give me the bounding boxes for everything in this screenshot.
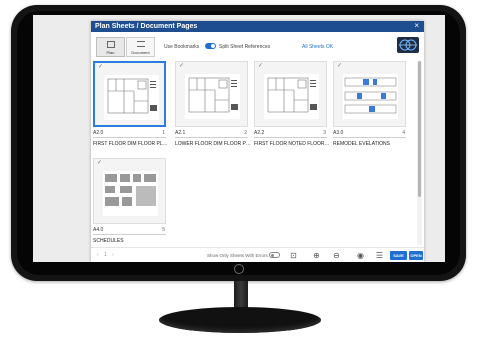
document-icon <box>137 41 145 47</box>
grid-scrollbar[interactable] <box>417 61 422 245</box>
brand-logo-icon <box>397 37 419 53</box>
sheet-title[interactable]: FIRST FLOOR NOTED FLOOR PLAN <box>254 141 330 147</box>
fit-icon[interactable]: ⊡ <box>288 250 299 261</box>
drawing-preview <box>103 171 158 216</box>
sheet-title[interactable]: SCHEDULES <box>93 238 169 244</box>
all-sheets-link[interactable]: All Sheets OK <box>302 44 333 50</box>
open-button[interactable]: OPEN <box>409 251 423 260</box>
sheet-number-field[interactable]: A2.0 1 <box>93 130 166 138</box>
target-icon[interactable]: ◉ <box>355 250 366 261</box>
document-mode-label: Document <box>131 50 150 55</box>
split-sheet-toggle[interactable] <box>205 43 216 49</box>
pagination[interactable]: ‹ 1 › <box>97 252 116 258</box>
sheet-thumbnail[interactable]: ✓ <box>175 61 248 127</box>
sheet-index: 1 <box>162 130 165 136</box>
plan-sheets-dialog: Plan Sheets / Document Pages × Plan Docu… <box>91 21 424 262</box>
plan-mode-label: Plan <box>106 50 115 55</box>
sheet-index: 3 <box>323 130 326 136</box>
sheet-number[interactable]: A2.0 <box>93 130 103 136</box>
document-mode-button[interactable]: Document <box>126 37 155 57</box>
sheet-title[interactable]: LOWER FLOOR DIM FLOOR PLAN <box>175 141 251 147</box>
check-icon[interactable]: ✓ <box>337 63 342 70</box>
screen: Plan Sheets / Document Pages × Plan Docu… <box>33 15 445 262</box>
sheet-number[interactable]: A3.0 <box>333 130 343 136</box>
save-button[interactable]: SAVE <box>390 251 407 260</box>
check-icon[interactable]: ✓ <box>258 63 263 70</box>
drawing-preview <box>343 74 398 119</box>
sheet-number-field[interactable]: A2.1 2 <box>175 130 248 138</box>
monitor-base <box>159 307 321 333</box>
drawing-preview <box>185 74 240 119</box>
sheet-index: 5 <box>162 227 165 233</box>
drawing-preview <box>104 75 159 120</box>
scrollbar-thumb[interactable] <box>418 61 421 197</box>
sheet-thumbnail[interactable]: ✓ <box>93 61 166 127</box>
monitor-power-icon <box>234 264 244 274</box>
sheet-thumbnail[interactable]: ✓ <box>333 61 406 127</box>
list-check-icon[interactable]: ☰ <box>374 250 385 261</box>
sheet-title[interactable]: FIRST FLOOR DIM FLOOR PLAN <box>93 141 169 147</box>
sheet-index: 4 <box>402 130 405 136</box>
sheet-thumbnail[interactable]: ✓ <box>254 61 327 127</box>
sheet-number-field[interactable]: A2.2 3 <box>254 130 327 138</box>
sheet-number-field[interactable]: A3.0 4 <box>333 130 406 138</box>
sheet-number-field[interactable]: A4.0 5 <box>93 227 166 235</box>
check-icon[interactable]: ✓ <box>179 63 184 70</box>
dialog-footer: ‹ 1 › Show Only Sheets With Errors ⊡ ⊕ ⊖… <box>91 247 424 262</box>
use-bookmarks-label[interactable]: Use Bookmarks <box>164 44 199 50</box>
sheet-index: 2 <box>244 130 247 136</box>
check-icon[interactable]: ✓ <box>98 64 103 71</box>
dialog-title: Plan Sheets / Document Pages <box>95 23 198 30</box>
plan-icon <box>107 41 115 48</box>
sheet-thumbnail[interactable]: ✓ <box>93 158 166 224</box>
sheet-number[interactable]: A2.1 <box>175 130 185 136</box>
plan-mode-button[interactable]: Plan <box>96 37 125 57</box>
show-errors-label: Show Only Sheets With Errors <box>207 253 268 258</box>
dialog-titlebar: Plan Sheets / Document Pages × <box>91 21 424 32</box>
close-icon[interactable]: × <box>414 21 419 31</box>
monitor-neck <box>234 281 248 309</box>
sheet-number[interactable]: A2.2 <box>254 130 264 136</box>
sheet-number[interactable]: A4.0 <box>93 227 103 233</box>
sheet-title[interactable]: REMODEL EVELATIONS <box>333 141 409 147</box>
drawing-preview <box>264 74 319 119</box>
check-icon[interactable]: ✓ <box>97 160 102 167</box>
zoom-out-icon[interactable]: ⊖ <box>331 250 342 261</box>
split-sheet-label: Split Sheet References <box>219 44 271 50</box>
show-errors-toggle[interactable] <box>269 252 280 258</box>
sheet-grid: ✓ A2.0 1 FIRST FLOOR DIM FLOOR PLAN ✓ A2.1 2 LO… <box>91 61 417 245</box>
zoom-in-icon[interactable]: ⊕ <box>311 250 322 261</box>
